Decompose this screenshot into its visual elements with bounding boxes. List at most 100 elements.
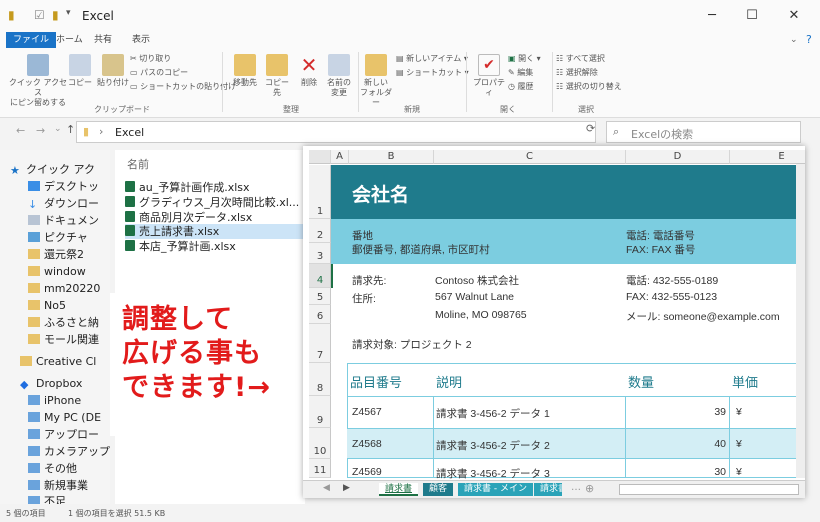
shortcut-button[interactable]: ▤ ショートカット ▾	[396, 68, 469, 78]
nav-item-documents[interactable]: ドキュメン	[28, 213, 124, 229]
row-header[interactable]: 2	[309, 219, 331, 243]
nav-item-desktop[interactable]: デスクトッ	[28, 179, 124, 195]
nav-item-pictures[interactable]: ピクチャ	[28, 230, 124, 246]
nav-item-downloads[interactable]: ↓ ダウンロー	[28, 196, 124, 212]
file-item[interactable]: 本店_予算計画.xlsx	[125, 239, 236, 254]
email-value[interactable]: メール: someone@example.com	[626, 309, 780, 324]
address-label[interactable]: 住所:	[352, 291, 376, 306]
move-to-button[interactable]: 移動先	[230, 54, 260, 88]
sheet-tab[interactable]: 請求書	[379, 483, 419, 496]
properties-button[interactable]: ✔ プロパティ	[472, 54, 506, 98]
row-header[interactable]: 10	[309, 428, 331, 459]
column-header[interactable]: E	[730, 150, 805, 164]
select-none-button[interactable]: ☷ 選択解除	[556, 68, 598, 78]
row-header[interactable]: 9	[309, 396, 331, 428]
tab-share[interactable]: 共有	[86, 32, 120, 48]
city-value[interactable]: Moline, MO 098765	[435, 309, 527, 321]
fax-value[interactable]: FAX: 432-555-0123	[626, 291, 717, 303]
chevron-right-icon[interactable]: ▶	[343, 483, 350, 493]
tab-home[interactable]: ホーム	[48, 32, 91, 48]
chevron-down-icon[interactable]: ⌄	[54, 124, 62, 134]
file-item[interactable]: グラディウス_月次時間比較.xl...	[125, 195, 299, 210]
help-icon[interactable]: ?	[798, 32, 820, 48]
rename-button[interactable]: 名前の 変更	[324, 54, 354, 98]
column-header[interactable]: B	[349, 150, 434, 164]
copy-path-button[interactable]: ▭ パスのコピー	[130, 68, 188, 78]
nav-item-quick-access[interactable]: ★ クイック アク	[10, 162, 106, 178]
sheet-tab[interactable]: 請求書	[534, 483, 562, 496]
maximize-icon[interactable]: ☐	[732, 0, 772, 32]
close-icon[interactable]: ✕	[774, 0, 814, 32]
subject-cell[interactable]: 請求対象: プロジェクト 2	[352, 337, 472, 352]
column-header[interactable]: C	[434, 150, 626, 164]
tab-view[interactable]: 表示	[124, 32, 158, 48]
row-header[interactable]: 4	[309, 264, 331, 288]
fax-cell[interactable]: FAX: FAX 番号	[626, 242, 695, 257]
copy-to-button[interactable]: コピー先	[262, 54, 292, 98]
new-item-button[interactable]: ▤ 新しいアイテム ▾	[396, 54, 468, 64]
address-line-2[interactable]: 郵便番号, 都道府県, 市区町村	[352, 242, 490, 257]
row-header[interactable]: 5	[309, 288, 331, 305]
properties-icon[interactable]: ☑	[34, 8, 50, 24]
horizontal-scrollbar[interactable]	[619, 484, 799, 495]
nav-item-dropbox[interactable]: ◆ Dropbox	[20, 376, 116, 392]
file-item[interactable]: au_予算計画作成.xlsx	[125, 180, 250, 195]
table-cell[interactable]: 請求書 3-456-2 データ 2	[436, 438, 550, 453]
sheet-tab[interactable]: 請求書 - メイン	[458, 483, 533, 496]
table-header[interactable]: 単価	[732, 372, 758, 391]
nav-item-folder[interactable]: 不足	[28, 494, 124, 504]
minimize-icon[interactable]: ─	[692, 0, 732, 32]
table-header[interactable]: 数量	[628, 372, 654, 391]
row-header[interactable]: 3	[309, 243, 331, 264]
table-cell[interactable]: 30	[626, 466, 726, 478]
paste-button[interactable]: 貼り付け	[96, 54, 130, 88]
file-item[interactable]: 商品別月次データ.xlsx	[125, 210, 252, 225]
nav-item-folder[interactable]: カメラアップ	[28, 444, 124, 460]
pin-button[interactable]: クイック アクセス にピン留めする	[8, 54, 68, 108]
column-header[interactable]: D	[626, 150, 730, 164]
bill-to-label[interactable]: 請求先:	[352, 273, 386, 288]
paste-shortcut-button[interactable]: ▭ ショートカットの貼り付け	[130, 82, 236, 92]
up-icon[interactable]: ↑	[66, 123, 75, 136]
invert-selection-button[interactable]: ☷ 選択の切り替え	[556, 82, 622, 92]
phone-cell[interactable]: 電話: 電話番号	[626, 228, 695, 243]
phone-value[interactable]: 電話: 432-555-0189	[626, 273, 718, 288]
add-sheet-icon[interactable]: ⊕	[585, 482, 594, 495]
table-header[interactable]: 品目番号	[350, 372, 402, 391]
sheet-tab[interactable]: 顧客	[423, 483, 454, 496]
row-header[interactable]: 11	[309, 459, 331, 478]
more-icon[interactable]: …	[571, 482, 581, 493]
table-cell[interactable]: Z4568	[352, 438, 382, 450]
bill-to-value[interactable]: Contoso 株式会社	[435, 273, 519, 288]
copy-button[interactable]: コピー	[68, 54, 92, 88]
table-cell[interactable]: Z4569	[352, 466, 382, 478]
table-cell[interactable]: 39	[626, 406, 726, 418]
table-cell[interactable]: 40	[626, 438, 726, 450]
row-header[interactable]: 8	[309, 363, 331, 396]
street-value[interactable]: 567 Walnut Lane	[435, 291, 514, 303]
nav-item-folder[interactable]: 還元祭2	[28, 247, 124, 263]
table-cell[interactable]: 請求書 3-456-2 データ 1	[436, 406, 550, 421]
address-line[interactable]: 番地	[352, 228, 373, 243]
file-item-selected[interactable]: 売上請求書.xlsx	[125, 224, 313, 239]
table-header[interactable]: 説明	[436, 372, 462, 391]
row-header[interactable]: 7	[309, 324, 331, 363]
chevron-down-icon[interactable]: ▾	[66, 8, 82, 24]
new-folder-button[interactable]: 新しい フォルダー	[360, 54, 392, 108]
table-cell[interactable]: Z4567	[352, 406, 382, 418]
open-button[interactable]: ▣ 開く ▾	[508, 54, 541, 64]
column-header[interactable]: A	[331, 150, 349, 164]
back-icon[interactable]: ←	[16, 124, 25, 137]
table-cell[interactable]: 請求書 3-456-2 データ 3	[436, 466, 550, 481]
cut-button[interactable]: ✂ 切り取り	[130, 54, 171, 64]
nav-item-folder[interactable]: window	[28, 264, 124, 280]
history-button[interactable]: ◷ 履歴	[508, 82, 534, 92]
row-header[interactable]: 1	[309, 165, 331, 219]
delete-button[interactable]: ✕ 削除	[296, 54, 322, 88]
nav-item-folder[interactable]: その他	[28, 461, 124, 477]
select-all-button[interactable]: ☷ すべて選択	[556, 54, 605, 64]
nav-item-folder[interactable]: 新規事業	[28, 478, 124, 494]
forward-icon[interactable]: →	[36, 124, 45, 137]
refresh-icon[interactable]: ⟳	[586, 122, 595, 135]
edit-button[interactable]: ✎ 編集	[508, 68, 533, 78]
